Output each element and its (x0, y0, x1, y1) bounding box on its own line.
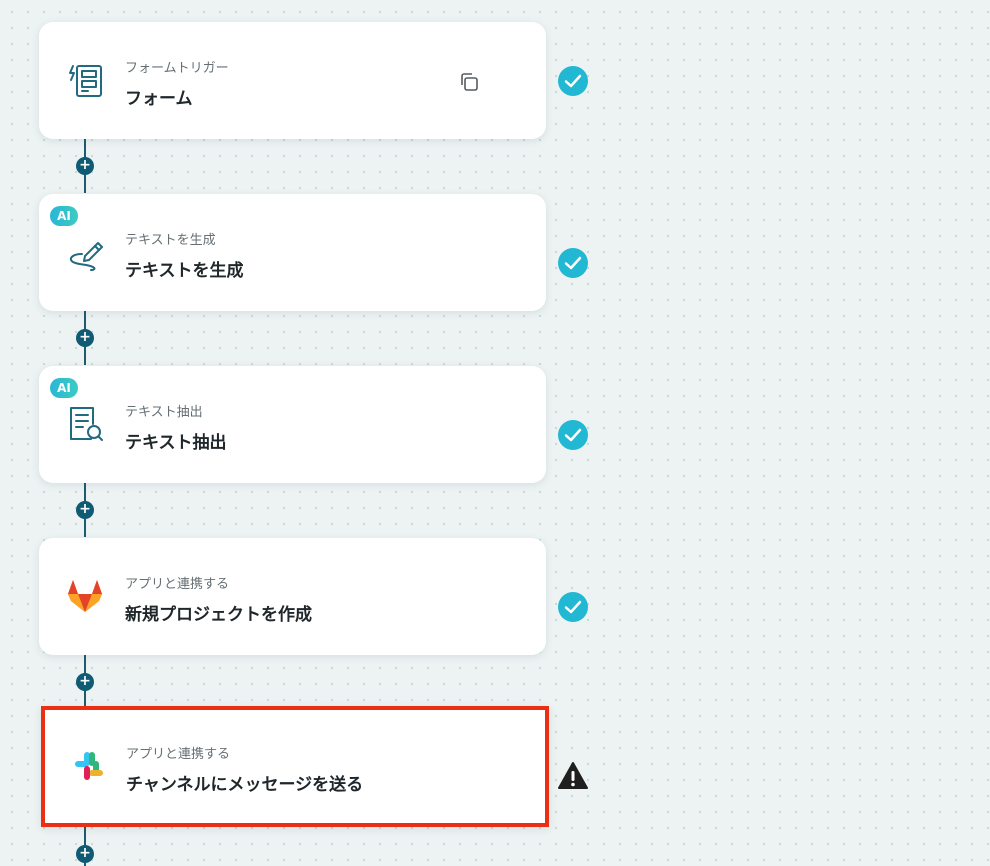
ai-badge: AI (50, 378, 78, 398)
add-step-button[interactable]: + (76, 329, 94, 347)
workflow-canvas: + + + + + フォームトリガー フォーム AI テキストを生成 テキストを… (0, 0, 990, 866)
node-title: チャンネルにメッセージを送る (126, 775, 364, 795)
node-subtitle: テキスト抽出 (125, 405, 203, 420)
ai-badge: AI (50, 206, 78, 226)
node-subtitle: アプリと連携する (125, 577, 230, 592)
node-title: 新規プロジェクトを作成 (125, 605, 312, 625)
add-step-button[interactable]: + (76, 501, 94, 519)
pen-icon (63, 230, 107, 274)
node-title: フォーム (125, 89, 193, 109)
node-title: テキストを生成 (125, 261, 244, 281)
slack-icon (67, 744, 111, 788)
node-subtitle: フォームトリガー (125, 61, 229, 76)
add-step-button[interactable]: + (76, 845, 94, 863)
gitlab-icon (63, 574, 107, 618)
node-card-form-trigger[interactable]: フォームトリガー フォーム (39, 22, 546, 139)
check-icon (557, 65, 589, 97)
node-title: テキスト抽出 (125, 433, 227, 453)
check-icon (557, 591, 589, 623)
check-icon (557, 419, 589, 451)
node-card-slack-send-message[interactable]: アプリと連携する チャンネルにメッセージを送る (41, 706, 549, 827)
add-step-button[interactable]: + (76, 157, 94, 175)
copy-icon[interactable] (457, 70, 481, 94)
node-card-gitlab-create-project[interactable]: アプリと連携する 新規プロジェクトを作成 (39, 538, 546, 655)
node-card-extract-text[interactable]: AI テキスト抽出 テキスト抽出 (39, 366, 546, 483)
node-card-generate-text[interactable]: AI テキストを生成 テキストを生成 (39, 194, 546, 311)
form-icon (63, 58, 107, 102)
warning-icon (557, 760, 589, 792)
add-step-button[interactable]: + (76, 673, 94, 691)
document-search-icon (63, 402, 107, 446)
check-icon (557, 247, 589, 279)
node-subtitle: アプリと連携する (126, 747, 231, 762)
node-subtitle: テキストを生成 (125, 233, 216, 248)
